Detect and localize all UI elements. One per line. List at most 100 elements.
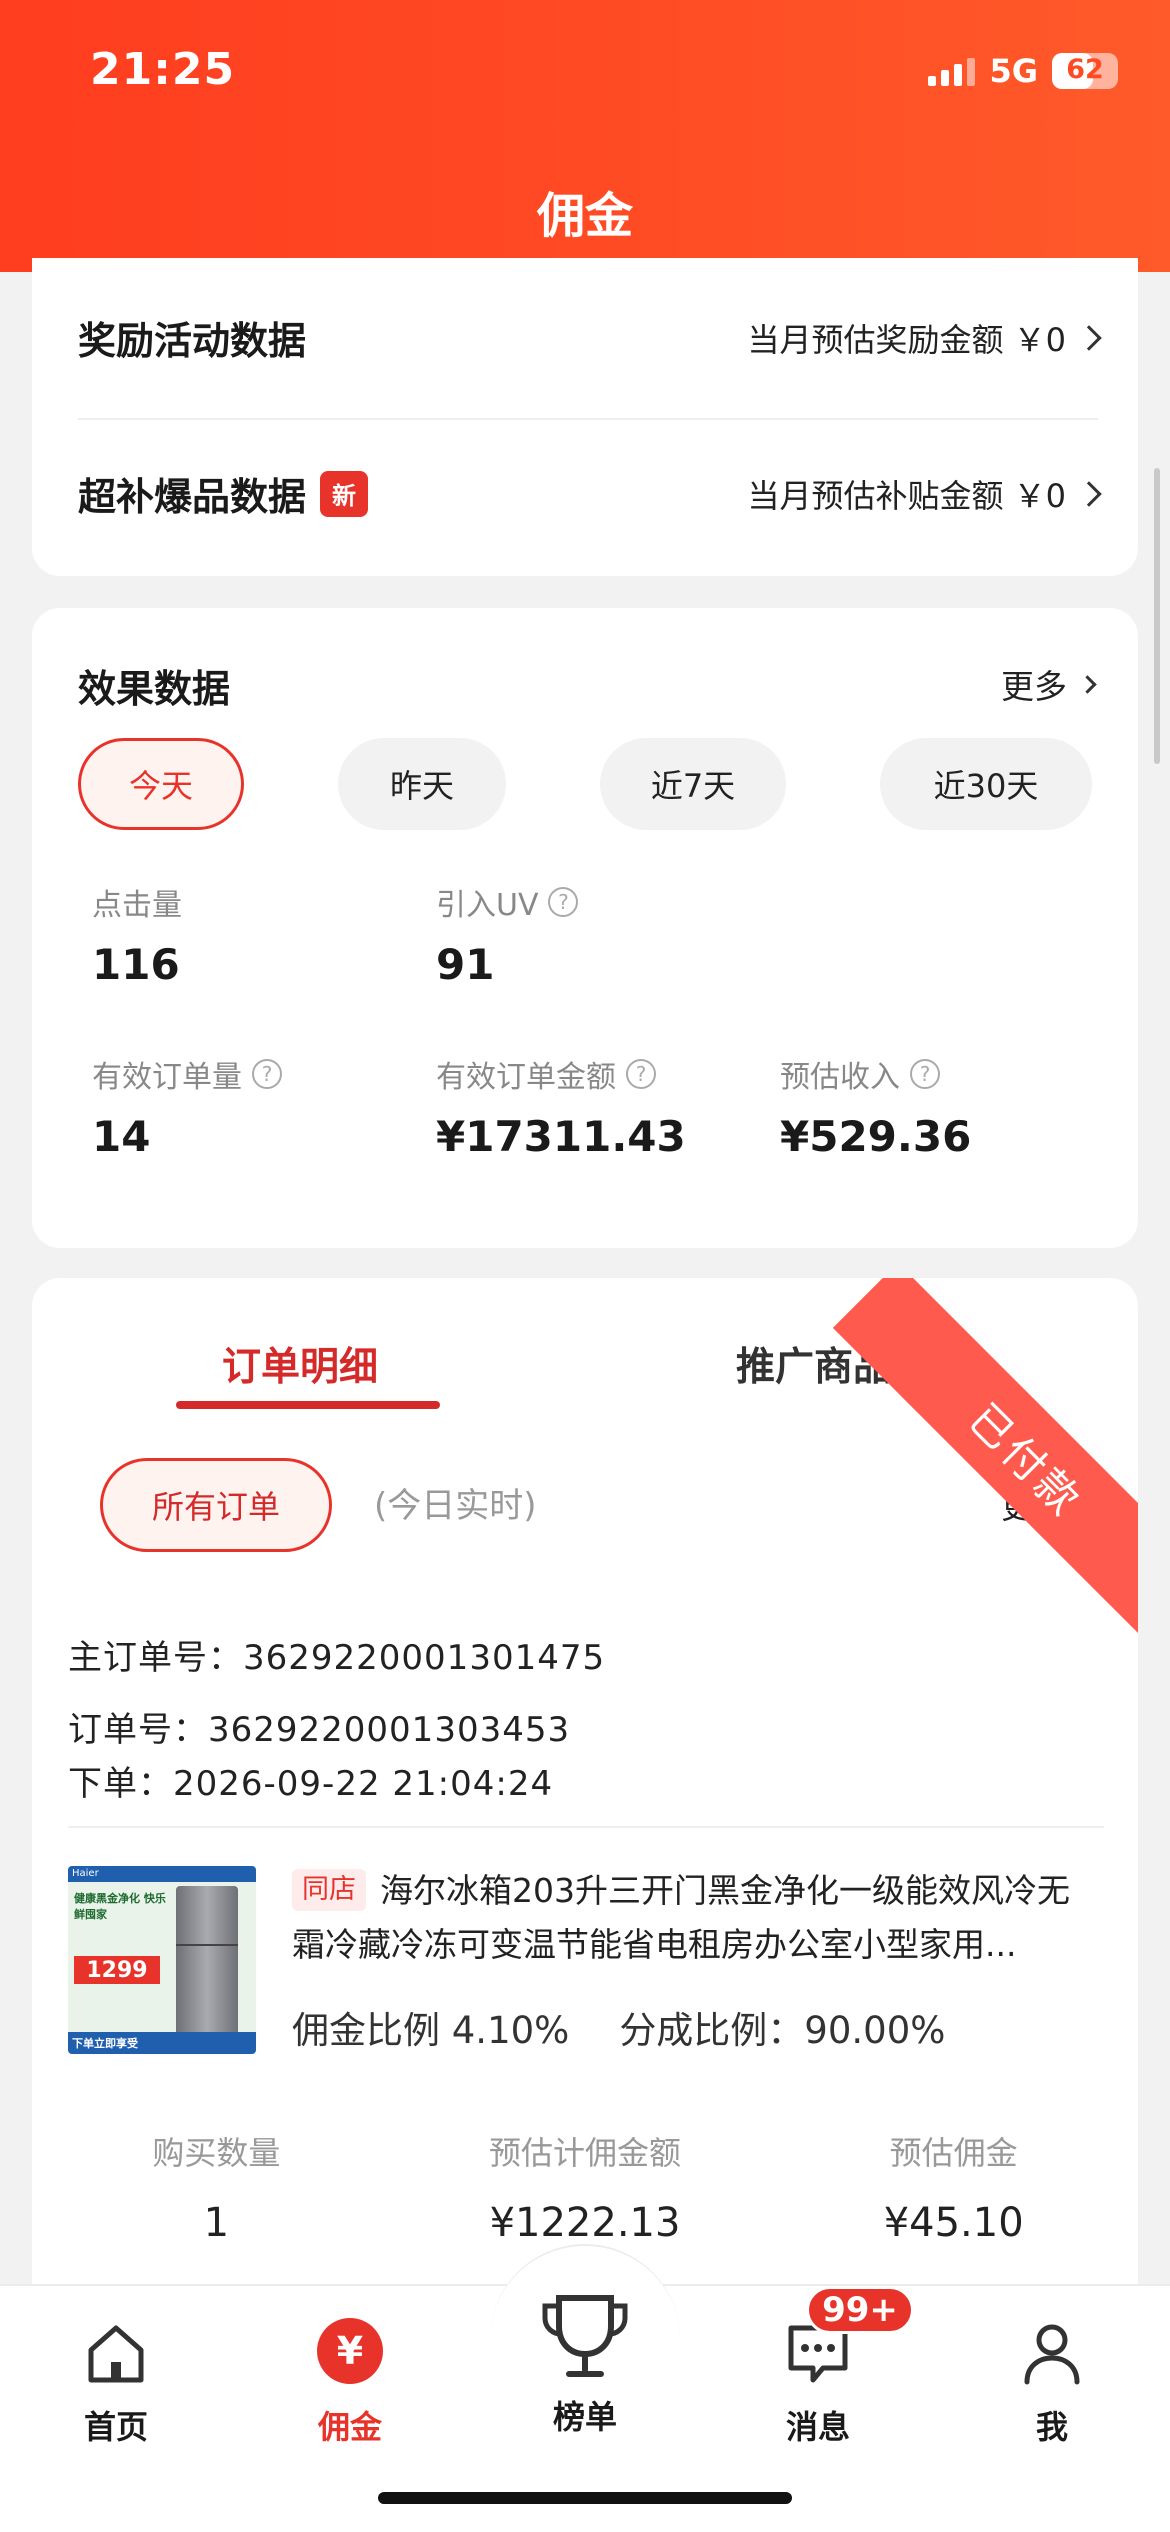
stat-value: ¥45.10 [883,2200,1024,2246]
battery-level: 62 [1066,54,1104,85]
clicks-value: 116 [92,940,180,989]
tab-label: 佣金 [317,2408,382,2446]
subsidy-value: 当月预估补贴金额 ￥0 [747,471,1102,517]
divider [68,1826,1104,1828]
scrollbar[interactable] [1154,468,1160,764]
stat-commission-base: 预估计佣金额 ¥1222.13 [401,2128,770,2246]
effect-more-link[interactable]: 更多 [1001,660,1097,708]
help-icon[interactable]: ? [626,1059,656,1089]
tab-label: 榜单 [552,2398,617,2436]
reward-activity-row[interactable]: 奖励活动数据 当月预估奖励金额 ￥0 [78,310,1102,365]
metric-order-amount: 有效订单金额 ? ¥17311.43 [436,1052,686,1161]
image-brand: Haier [72,1868,99,1879]
metric-uv: 引入UV ? 91 [436,880,579,989]
commission-rate: 佣金比例 4.10% [292,2009,570,2052]
product-title[interactable]: 同店 海尔冰箱203升三开门黑金净化一级能效风冷无霜冷藏冷冻可变温节能省电租房办公… [292,1864,1098,1972]
subsidy-row[interactable]: 超补爆品数据 新 当月预估补贴金额 ￥0 [78,466,1102,521]
range-30days[interactable]: 近30天 [880,738,1092,830]
tab-underline [176,1401,440,1409]
tab-me[interactable]: 我 [972,2318,1132,2448]
message-badge: 99+ [806,2286,914,2334]
uv-value: 91 [436,940,495,989]
home-indicator [378,2492,792,2504]
effect-data-card: 效果数据 更多 今天 昨天 近7天 近30天 点击量 116 引入UV ? 91… [32,608,1138,1248]
shop-tag: 同店 [292,1869,366,1911]
order-amount-value: ¥17311.43 [436,1112,686,1161]
yen-icon: ¥ [315,2318,385,2388]
trophy-icon [533,2284,637,2388]
tab-order-details[interactable]: 订单明细 [222,1336,378,1392]
stat-label: 购买数量 [152,2134,281,2172]
status-indicators: 5G 62 [928,52,1118,90]
chevron-right-icon [1078,674,1097,694]
range-7days[interactable]: 近7天 [600,738,786,830]
product-image[interactable]: Haier 健康黑金净化 快乐鲜囤家 1299 下单立即享受 [68,1866,256,2054]
order-number: 订单号：3629220001303453 [68,1710,571,1750]
image-headline: 健康黑金净化 快乐鲜囤家 [74,1892,166,1921]
help-icon[interactable]: ? [548,887,579,917]
subsidy-title: 超补爆品数据 新 [78,466,369,521]
header-bar: 21:25 5G 62 佣金 [0,0,1170,272]
more-label: 更多 [1001,667,1067,706]
stat-label: 预估计佣金额 [489,2134,682,2172]
page-title: 佣金 [536,188,633,244]
rewards-card: 奖励活动数据 当月预估奖励金额 ￥0 超补爆品数据 新 当月预估补贴金额 ￥0 [32,258,1138,576]
stat-value: ¥1222.13 [489,2200,681,2246]
tab-label: 我 [1035,2408,1068,2446]
yen-glyph: ¥ [317,2318,383,2384]
stat-label: 预估佣金 [889,2134,1018,2172]
metric-orders: 有效订单量 ? 14 [92,1052,282,1161]
uv-label: 引入UV [436,888,539,923]
orders-card: 订单明细 推广商品分析 所有订单 (今日实时) 更多 已付款 主订单号：3629… [32,1278,1138,2318]
chevron-right-icon [1076,324,1102,351]
help-icon[interactable]: ? [252,1059,282,1089]
signal-icon [928,56,976,86]
order-amount-label: 有效订单金额 [436,1060,616,1095]
tab-commission[interactable]: ¥ 佣金 [270,2318,430,2448]
reward-activity-amount: 当月预估奖励金额 ￥0 [747,320,1066,359]
realtime-note: (今日实时) [374,1486,537,1526]
tab-label: 消息 [785,2408,850,2446]
network-type: 5G [989,52,1038,90]
rates-row: 佣金比例 4.10% 分成比例：90.00% [292,2000,945,2054]
order-time: 下单：2026-09-22 21:04:24 [68,1764,554,1804]
home-icon [81,2318,151,2388]
new-badge: 新 [320,470,369,517]
image-footer: 下单立即享受 [72,2037,138,2050]
help-icon[interactable]: ? [910,1059,940,1089]
status-ribbon: 已付款 [832,1278,1138,1654]
effect-title: 效果数据 [78,667,231,711]
orders-value: 14 [92,1112,151,1161]
filter-all-orders[interactable]: 所有订单 [100,1458,332,1552]
image-price: 1299 [74,1956,160,1984]
metric-clicks: 点击量 116 [92,880,182,989]
range-yesterday[interactable]: 昨天 [338,738,506,830]
stat-quantity: 购买数量 1 [32,2128,401,2246]
range-today[interactable]: 今天 [78,738,244,830]
share-rate: 分成比例：90.00% [619,2009,946,2052]
subsidy-label: 超补爆品数据 [78,475,307,519]
reward-activity-label: 奖励活动数据 [78,319,307,363]
income-value: ¥529.36 [780,1112,972,1161]
tab-ranking[interactable]: 榜单 [505,2284,665,2438]
battery-icon: 62 [1052,53,1118,89]
status-time: 21:25 [90,44,236,95]
divider [78,418,1098,420]
tab-messages[interactable]: 消息 [738,2318,898,2448]
tab-label: 首页 [83,2408,148,2446]
product-title-text: 海尔冰箱203升三开门黑金净化一级能效风冷无霜冷藏冷冻可变温节能省电租房办公室小… [292,1871,1070,1964]
income-label: 预估收入 [780,1060,900,1095]
clicks-label: 点击量 [92,888,182,923]
order-stats: 购买数量 1 预估计佣金额 ¥1222.13 预估佣金 ¥45.10 [32,2128,1138,2246]
orders-label: 有效订单量 [92,1060,242,1095]
tab-home[interactable]: 首页 [36,2318,196,2448]
fridge-graphic [176,1886,238,2036]
subsidy-amount: 当月预估补贴金额 ￥0 [747,476,1066,515]
chevron-right-icon [1076,480,1102,507]
stat-value: 1 [203,2200,230,2246]
user-icon [1017,2318,1087,2388]
metric-income: 预估收入 ? ¥529.36 [780,1052,971,1161]
stat-estimated-commission: 预估佣金 ¥45.10 [769,2128,1138,2246]
reward-activity-value: 当月预估奖励金额 ￥0 [747,315,1102,361]
main-order-number: 主订单号：3629220001301475 [68,1638,606,1678]
